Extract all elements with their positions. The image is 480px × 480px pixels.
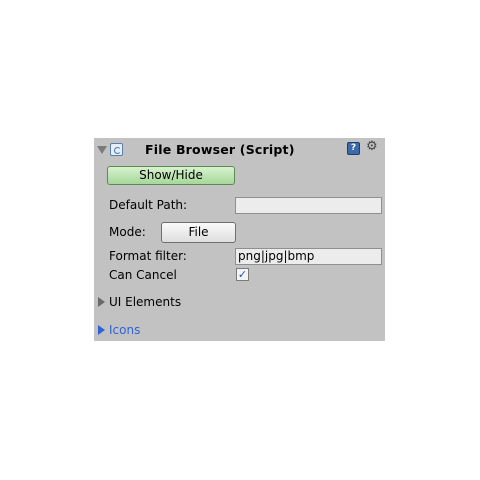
component-title: File Browser (Script)	[145, 142, 295, 157]
mode-button[interactable]: File	[161, 222, 236, 243]
icons-foldout[interactable]: Icons	[109, 323, 140, 338]
icons-foldout-arrow-icon[interactable]	[98, 325, 105, 335]
mode-label: Mode:	[109, 225, 146, 239]
csharp-script-icon	[110, 143, 123, 156]
help-book-icon[interactable]: ?	[347, 142, 360, 155]
format-filter-field[interactable]: png|jpg|bmp	[235, 248, 382, 265]
ui-elements-foldout-arrow-icon[interactable]	[98, 297, 105, 307]
gear-icon[interactable]: ⚙	[366, 140, 378, 153]
ui-elements-foldout[interactable]: UI Elements	[109, 295, 181, 310]
format-filter-label: Format filter:	[109, 249, 187, 263]
can-cancel-checkbox[interactable]: ✓	[236, 268, 249, 281]
default-path-label: Default Path:	[109, 198, 188, 212]
can-cancel-label: Can Cancel	[109, 268, 177, 282]
component-foldout-arrow-icon[interactable]	[97, 146, 107, 154]
show-hide-button[interactable]: Show/Hide	[107, 166, 235, 185]
inspector-component-panel: File Browser (Script) ? ⚙ Show/Hide Defa…	[94, 138, 385, 341]
default-path-field[interactable]	[235, 197, 382, 214]
